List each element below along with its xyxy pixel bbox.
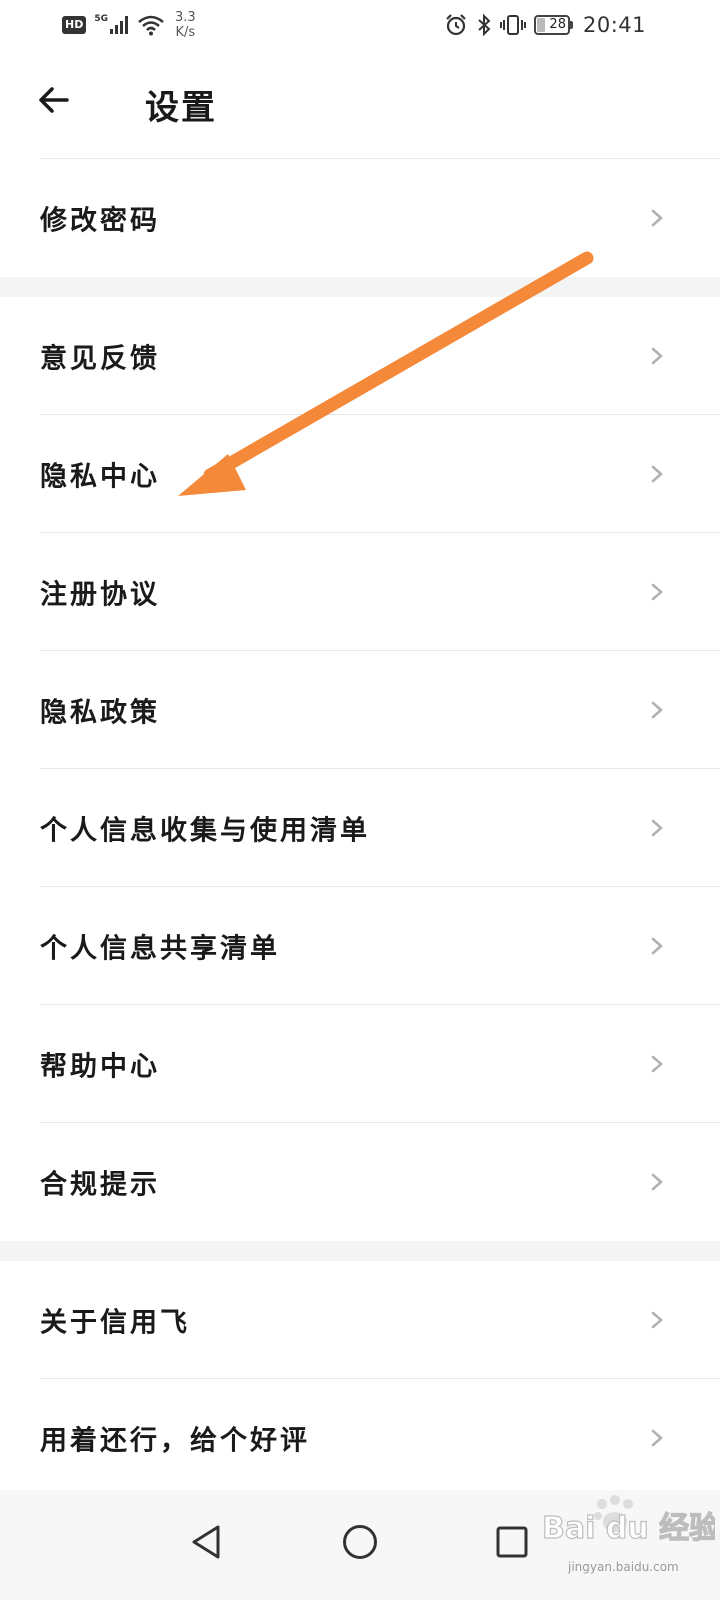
group-separator	[0, 277, 720, 297]
nav-recents-button[interactable]	[482, 1512, 542, 1572]
menu-item-label: 意见反馈	[40, 343, 160, 375]
menu-item-feedback[interactable]: 意见反馈	[0, 297, 720, 415]
battery-body: 28	[533, 15, 570, 35]
battery-tip	[569, 21, 573, 29]
page-title: 设置	[145, 88, 217, 128]
wifi-icon	[138, 15, 164, 36]
chevron-right-icon	[651, 1311, 663, 1329]
chevron-right-icon	[651, 583, 663, 601]
menu-item-label: 关于信用飞	[40, 1307, 190, 1339]
menu-item-label: 注册协议	[40, 579, 160, 611]
bluetooth-icon	[478, 13, 491, 37]
watermark-text: Bai du 经验	[542, 1511, 715, 1546]
menu-item-label: 帮助中心	[40, 1051, 160, 1083]
menu-item-registration-agreement[interactable]: 注册协议	[0, 533, 720, 651]
vibrate-icon	[499, 15, 526, 35]
chevron-right-icon	[651, 937, 663, 955]
menu-item-label: 隐私中心	[40, 461, 160, 493]
menu-item-privacy-policy[interactable]: 隐私政策	[0, 651, 720, 769]
battery-fill	[536, 18, 546, 32]
chevron-right-icon	[651, 465, 663, 483]
menu-item-rate-app[interactable]: 用着还行，给个好评	[0, 1379, 720, 1497]
chevron-right-icon	[651, 701, 663, 719]
chevron-right-icon	[651, 1429, 663, 1447]
settings-group-info: 意见反馈 隐私中心 注册协议 隐私政策 个人信息收集与使用清单 个人信息共享清单…	[0, 297, 720, 1241]
chevron-right-icon	[651, 209, 663, 227]
settings-group-about: 关于信用飞 用着还行，给个好评	[0, 1261, 720, 1497]
menu-item-compliance-tips[interactable]: 合规提示	[0, 1123, 720, 1241]
network-speed-unit: K/s	[175, 25, 196, 40]
back-triangle-icon	[192, 1525, 220, 1559]
chevron-right-icon	[651, 1055, 663, 1073]
status-right: 28 20:41	[436, 8, 646, 42]
group-separator	[0, 1241, 720, 1261]
hd-badge: HD	[62, 16, 87, 34]
menu-item-label: 合规提示	[40, 1169, 160, 1201]
signal-icon	[110, 16, 128, 34]
chevron-right-icon	[651, 1173, 663, 1191]
menu-item-change-password[interactable]: 修改密码	[0, 159, 720, 277]
home-circle-icon	[343, 1525, 377, 1559]
battery-icon: 28	[533, 15, 573, 35]
battery-level: 28	[549, 17, 566, 32]
clock: 20:41	[582, 13, 646, 37]
arrow-left-icon	[39, 87, 69, 113]
network-speed-value: 3.3	[175, 10, 196, 25]
chevron-right-icon	[651, 819, 663, 837]
menu-item-label: 修改密码	[40, 205, 160, 237]
back-button[interactable]	[30, 76, 78, 124]
network-type: 5G	[94, 14, 108, 24]
menu-item-personal-info-collection[interactable]: 个人信息收集与使用清单	[0, 769, 720, 887]
watermark-subtext: jingyan.baidu.com	[568, 1560, 679, 1574]
menu-item-label: 隐私政策	[40, 697, 160, 729]
nav-home-button[interactable]	[330, 1512, 390, 1572]
menu-item-about[interactable]: 关于信用飞	[0, 1261, 720, 1379]
menu-item-label: 个人信息收集与使用清单	[40, 815, 370, 847]
status-left: HD 5G 3.3 K/s	[62, 8, 196, 42]
menu-item-label: 个人信息共享清单	[40, 933, 280, 965]
menu-item-label: 用着还行，给个好评	[40, 1425, 310, 1457]
alarm-icon	[446, 14, 466, 36]
menu-item-help-center[interactable]: 帮助中心	[0, 1005, 720, 1123]
recents-square-icon	[496, 1526, 528, 1558]
menu-item-privacy-center[interactable]: 隐私中心	[0, 415, 720, 533]
watermark-logo: Bai du 经验	[541, 1495, 715, 1547]
header: 设置	[0, 50, 720, 158]
settings-group-account: 修改密码	[0, 159, 720, 277]
network-speed: 3.3 K/s	[175, 10, 196, 40]
nav-back-button[interactable]	[176, 1512, 236, 1572]
status-bar: HD 5G 3.3 K/s 28 20:41	[0, 0, 720, 50]
chevron-right-icon	[651, 347, 663, 365]
menu-item-personal-info-sharing[interactable]: 个人信息共享清单	[0, 887, 720, 1005]
